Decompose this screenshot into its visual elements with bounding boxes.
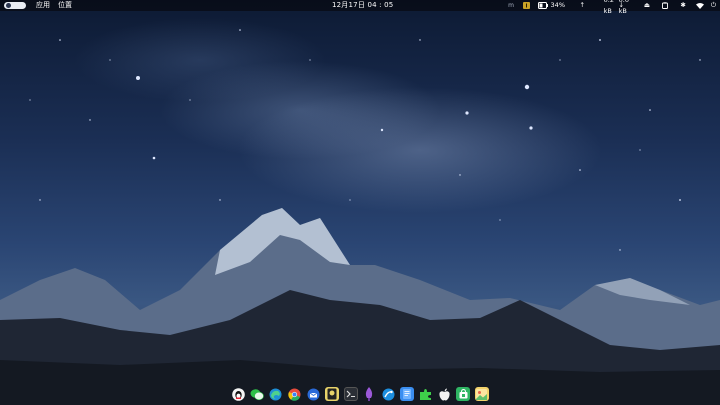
upload-arrow-icon: ↑ — [579, 1, 585, 9]
upload-speed: 0.2 kB — [603, 0, 614, 15]
photos-icon[interactable] — [474, 387, 489, 401]
qq-icon[interactable] — [231, 387, 245, 401]
battery-icon[interactable] — [538, 0, 548, 11]
download-speed: 0.0 kB — [618, 0, 629, 15]
terminal-icon[interactable] — [343, 387, 358, 401]
applications-menu[interactable]: 应用 — [36, 0, 50, 11]
toggle-knob-icon — [6, 3, 11, 8]
chrome-icon[interactable] — [287, 387, 301, 401]
wifi-icon[interactable] — [696, 0, 704, 11]
clipboard-icon[interactable] — [662, 0, 668, 11]
clock[interactable]: 12月17日 04 : 05 — [332, 0, 393, 11]
media-player-icon[interactable] — [324, 387, 339, 401]
accessibility-icon[interactable]: ✱ — [681, 0, 686, 11]
software-store-icon[interactable] — [456, 387, 471, 401]
apple-icon[interactable] — [437, 387, 451, 401]
ink-brush-icon[interactable] — [362, 387, 376, 401]
notes-icon[interactable] — [399, 387, 414, 401]
activities-toggle[interactable] — [4, 2, 26, 9]
battery-percent: 34% — [550, 1, 565, 9]
extension-puzzle-icon[interactable] — [419, 387, 433, 401]
dock — [229, 383, 491, 405]
tray-app-icon[interactable] — [523, 0, 530, 11]
wechat-icon[interactable] — [250, 387, 264, 401]
thunderbird-icon[interactable] — [306, 387, 320, 401]
stars — [29, 29, 701, 251]
browser-blue-icon[interactable] — [381, 387, 395, 401]
top-panel: 应用 位置 12月17日 04 : 05 m 34% ↑ 0.2 kB ↓ 0.… — [0, 0, 720, 15]
edge-icon[interactable] — [269, 387, 283, 401]
power-icon[interactable]: ⏻ — [711, 0, 716, 11]
tray-indicator-m[interactable]: m — [508, 0, 514, 11]
eject-icon[interactable]: ⏏ — [644, 0, 650, 11]
places-menu[interactable]: 位置 — [58, 0, 72, 11]
desktop-wallpaper — [0, 29, 720, 405]
